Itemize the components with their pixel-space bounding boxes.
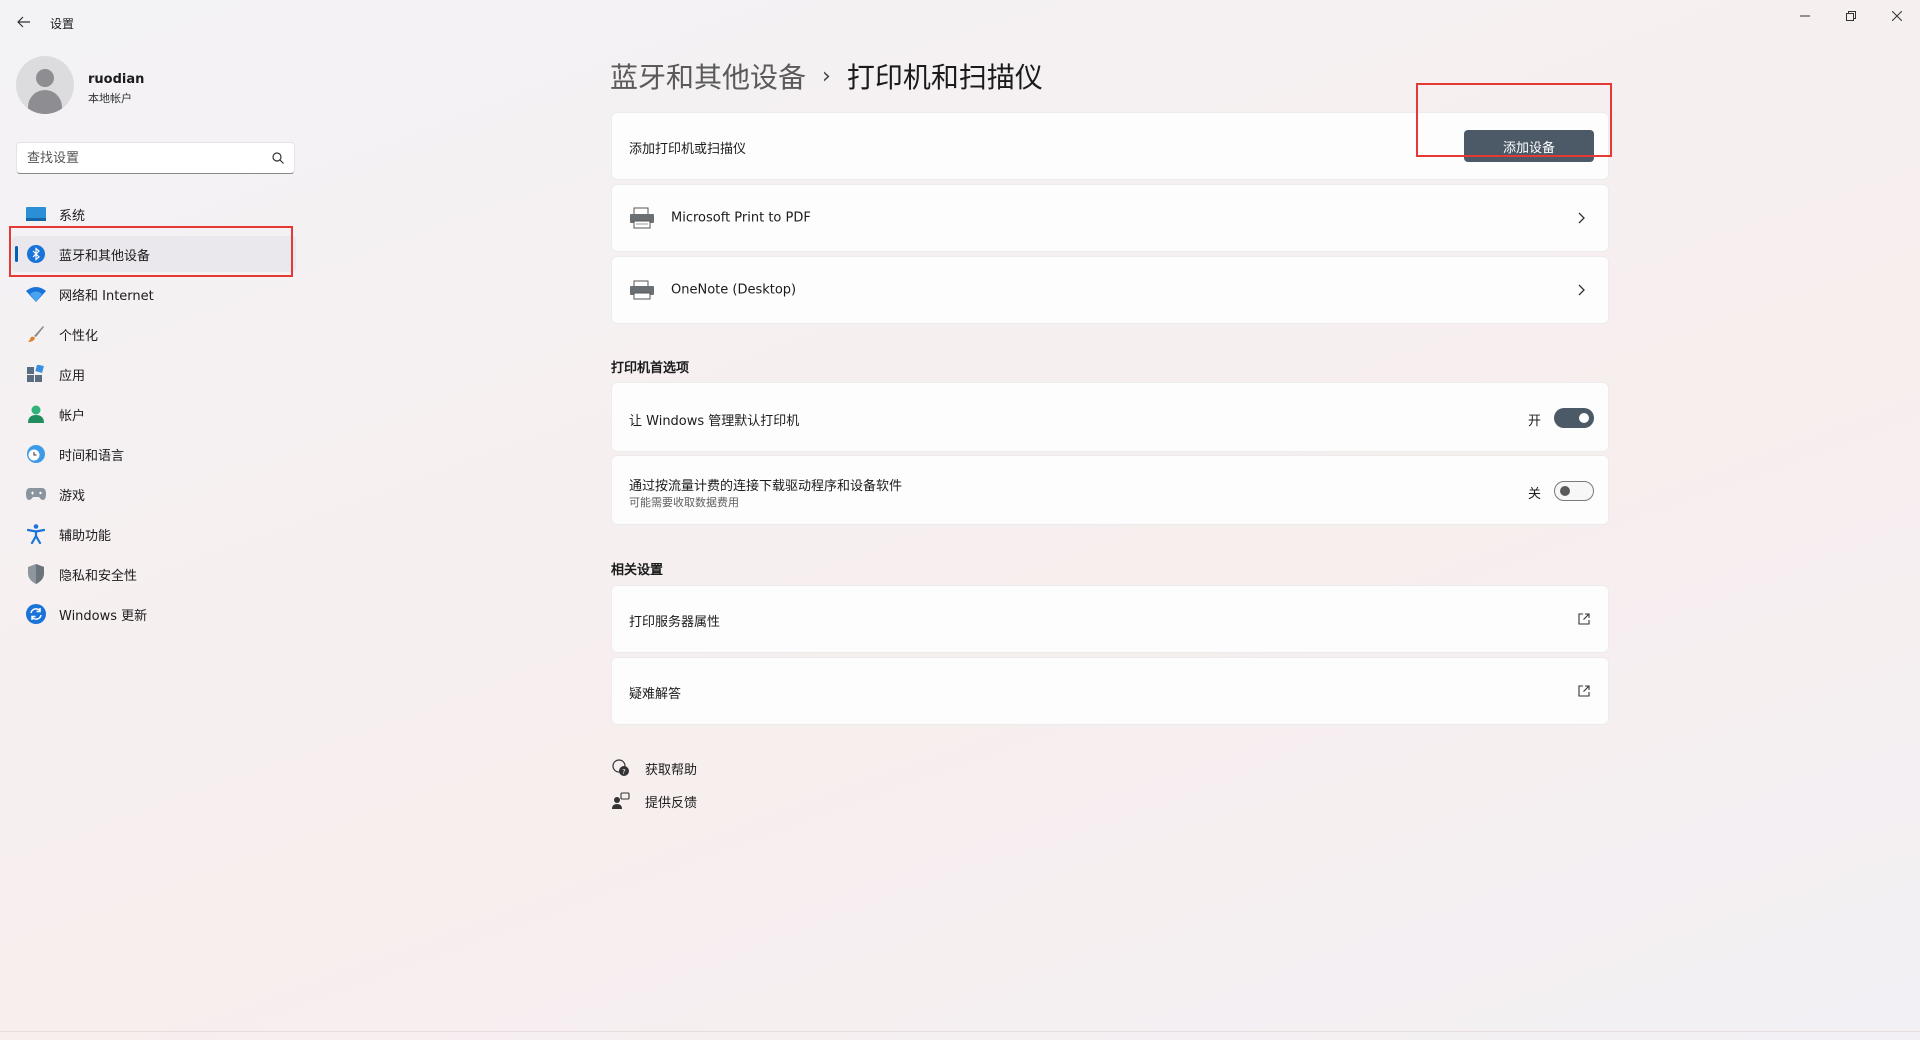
restore-icon [1846,11,1856,21]
user-profile[interactable]: ruodian 本地帐户 [16,56,296,116]
sidebar-item-label: 应用 [59,368,86,384]
apps-icon [25,363,47,385]
toggle-state-label: 开 [1528,414,1542,429]
feedback-link[interactable]: 提供反馈 [611,790,697,812]
external-link-icon [1578,613,1590,625]
brush-icon [25,323,47,345]
manage-default-toggle[interactable] [1554,408,1594,428]
related-print-server-properties[interactable]: 打印服务器属性 [611,585,1609,653]
external-link-icon [1578,685,1590,697]
sidebar-item-accounts[interactable]: 帐户 [12,396,296,432]
close-button[interactable] [1874,0,1920,32]
sidebar-item-label: 辅助功能 [59,528,112,544]
feedback-icon [611,791,631,811]
sidebar-item-label: 系统 [59,208,86,224]
minimize-icon [1800,15,1810,17]
related-troubleshoot[interactable]: 疑难解答 [611,657,1609,725]
bottom-divider [0,1031,1920,1032]
update-icon [25,603,47,625]
chevron-right-icon [1578,212,1585,224]
sidebar-item-label: 个性化 [59,328,99,344]
sidebar-item-accessibility[interactable]: 辅助功能 [12,516,296,552]
get-help-label: 获取帮助 [645,762,698,778]
sidebar-item-label: 游戏 [59,488,86,504]
minimize-button[interactable] [1782,0,1828,32]
setting-sublabel: 可能需要收取数据费用 [629,496,739,509]
related-label: 打印服务器属性 [629,615,721,630]
system-icon [25,203,47,225]
account-icon [25,403,47,425]
account-type: 本地帐户 [88,92,132,105]
related-label: 疑难解答 [629,687,682,702]
sidebar-item-apps[interactable]: 应用 [12,356,296,392]
feedback-label: 提供反馈 [645,795,698,811]
chevron-right-icon [1578,284,1585,296]
highlight-box-nav [9,226,293,277]
printer-icon [630,207,654,229]
get-help-link[interactable]: ? 获取帮助 [611,757,697,779]
highlight-box-add [1416,83,1612,157]
sidebar-item-windows-update[interactable]: Windows 更新 [12,596,296,632]
search-input[interactable] [27,143,257,173]
help-chat-icon: ? [611,758,631,778]
section-title-related: 相关设置 [611,563,664,578]
device-card-onenote[interactable]: OneNote (Desktop) [611,256,1609,324]
toggle-state-label: 关 [1528,487,1542,502]
restore-button[interactable] [1828,0,1874,32]
sidebar-item-label: 网络和 Internet [59,288,154,304]
device-name: Microsoft Print to PDF [671,210,811,226]
section-title-printer-prefs: 打印机首选项 [611,361,690,376]
page-title: 打印机和扫描仪 [846,61,1043,94]
back-arrow-icon [17,16,30,28]
avatar [16,56,74,114]
title-bar: 设置 [0,0,1920,46]
sidebar-item-gaming[interactable]: 游戏 [12,476,296,512]
user-name: ruodian [88,72,145,87]
sidebar-item-privacy[interactable]: 隐私和安全性 [12,556,296,592]
sidebar-item-personalization[interactable]: 个性化 [12,316,296,352]
sidebar-item-label: 隐私和安全性 [59,568,138,584]
accessibility-icon [25,523,47,545]
setting-label: 通过按流量计费的连接下载驱动程序和设备软件 [629,479,903,494]
search-box [16,142,295,174]
setting-label: 让 Windows 管理默认打印机 [629,414,800,429]
globe-clock-icon [25,443,47,465]
printer-icon [630,280,654,300]
shield-icon [25,563,47,585]
add-printer-label: 添加打印机或扫描仪 [629,142,747,157]
sidebar-item-label: Windows 更新 [59,608,148,624]
search-icon[interactable] [272,152,284,164]
setting-metered-download: 通过按流量计费的连接下载驱动程序和设备软件 可能需要收取数据费用 关 [611,455,1609,525]
back-button[interactable] [12,10,36,34]
sidebar-item-network[interactable]: 网络和 Internet [12,276,296,312]
metered-download-toggle[interactable] [1554,481,1594,501]
gamepad-icon [25,483,47,505]
svg-text:?: ? [622,768,626,776]
setting-manage-default-printer: 让 Windows 管理默认打印机 开 [611,382,1609,452]
device-card-print-to-pdf[interactable]: Microsoft Print to PDF [611,184,1609,252]
close-icon [1892,11,1902,21]
wifi-icon [25,283,47,305]
sidebar-item-label: 帐户 [59,408,86,424]
breadcrumb-parent[interactable]: 蓝牙和其他设备 [610,56,806,96]
sidebar-item-label: 时间和语言 [59,448,125,464]
device-name: OneNote (Desktop) [671,282,797,298]
sidebar-item-time-language[interactable]: 时间和语言 [12,436,296,472]
app-title: 设置 [50,17,75,31]
breadcrumb-separator: › [822,63,831,89]
breadcrumb: 蓝牙和其他设备 › 打印机和扫描仪 [610,54,1043,98]
